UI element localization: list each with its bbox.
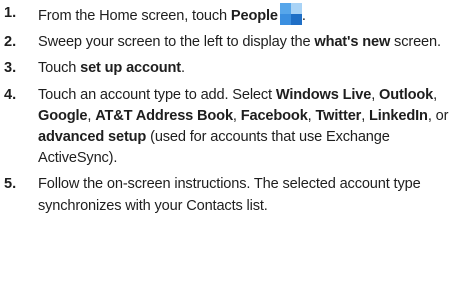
facebook-label: Facebook [240, 107, 308, 124]
step-2: 2. Sweep your screen to the left to disp… [4, 32, 450, 53]
linkedin-label: LinkedIn [369, 107, 428, 124]
step-4: 4. Touch an account type to add. Select … [4, 85, 450, 170]
step-text: Sweep your screen to the left to display… [38, 34, 441, 51]
step-5: 5. Follow the on-screen instructions. Th… [4, 174, 450, 216]
steps-list: 1. From the Home screen, touch People. 2… [4, 3, 450, 217]
step-number: 2. [4, 34, 17, 51]
att-address-book-label: AT&T Address Book [95, 107, 233, 124]
step-text: From the Home screen, touch People. [38, 3, 450, 27]
step-text: Follow the on-screen instructions. The s… [38, 176, 421, 214]
step-number: 5. [4, 176, 17, 193]
step-number: 3. [4, 60, 17, 77]
step-number: 1. [4, 5, 17, 21]
advanced-setup-label: advanced setup [38, 129, 147, 146]
google-label: Google [38, 107, 88, 124]
set-up-account-label: set up account [80, 60, 181, 77]
outlook-label: Outlook [379, 86, 434, 103]
step-3: 3. Touch set up account. [4, 58, 450, 79]
windows-live-label: Windows Live [275, 86, 372, 103]
step-text: Touch an account type to add. Select Win… [38, 86, 449, 167]
whats-new-label: what's new [314, 34, 391, 51]
step-1: 1. From the Home screen, touch People. [4, 3, 450, 27]
step-text: Touch set up account. [38, 60, 185, 77]
people-tile-icon [279, 3, 302, 25]
people-label: People [230, 8, 278, 24]
step-number: 4. [4, 86, 17, 103]
twitter-label: Twitter [315, 107, 362, 124]
instructions-page: 1. From the Home screen, touch People. 2… [0, 0, 454, 286]
